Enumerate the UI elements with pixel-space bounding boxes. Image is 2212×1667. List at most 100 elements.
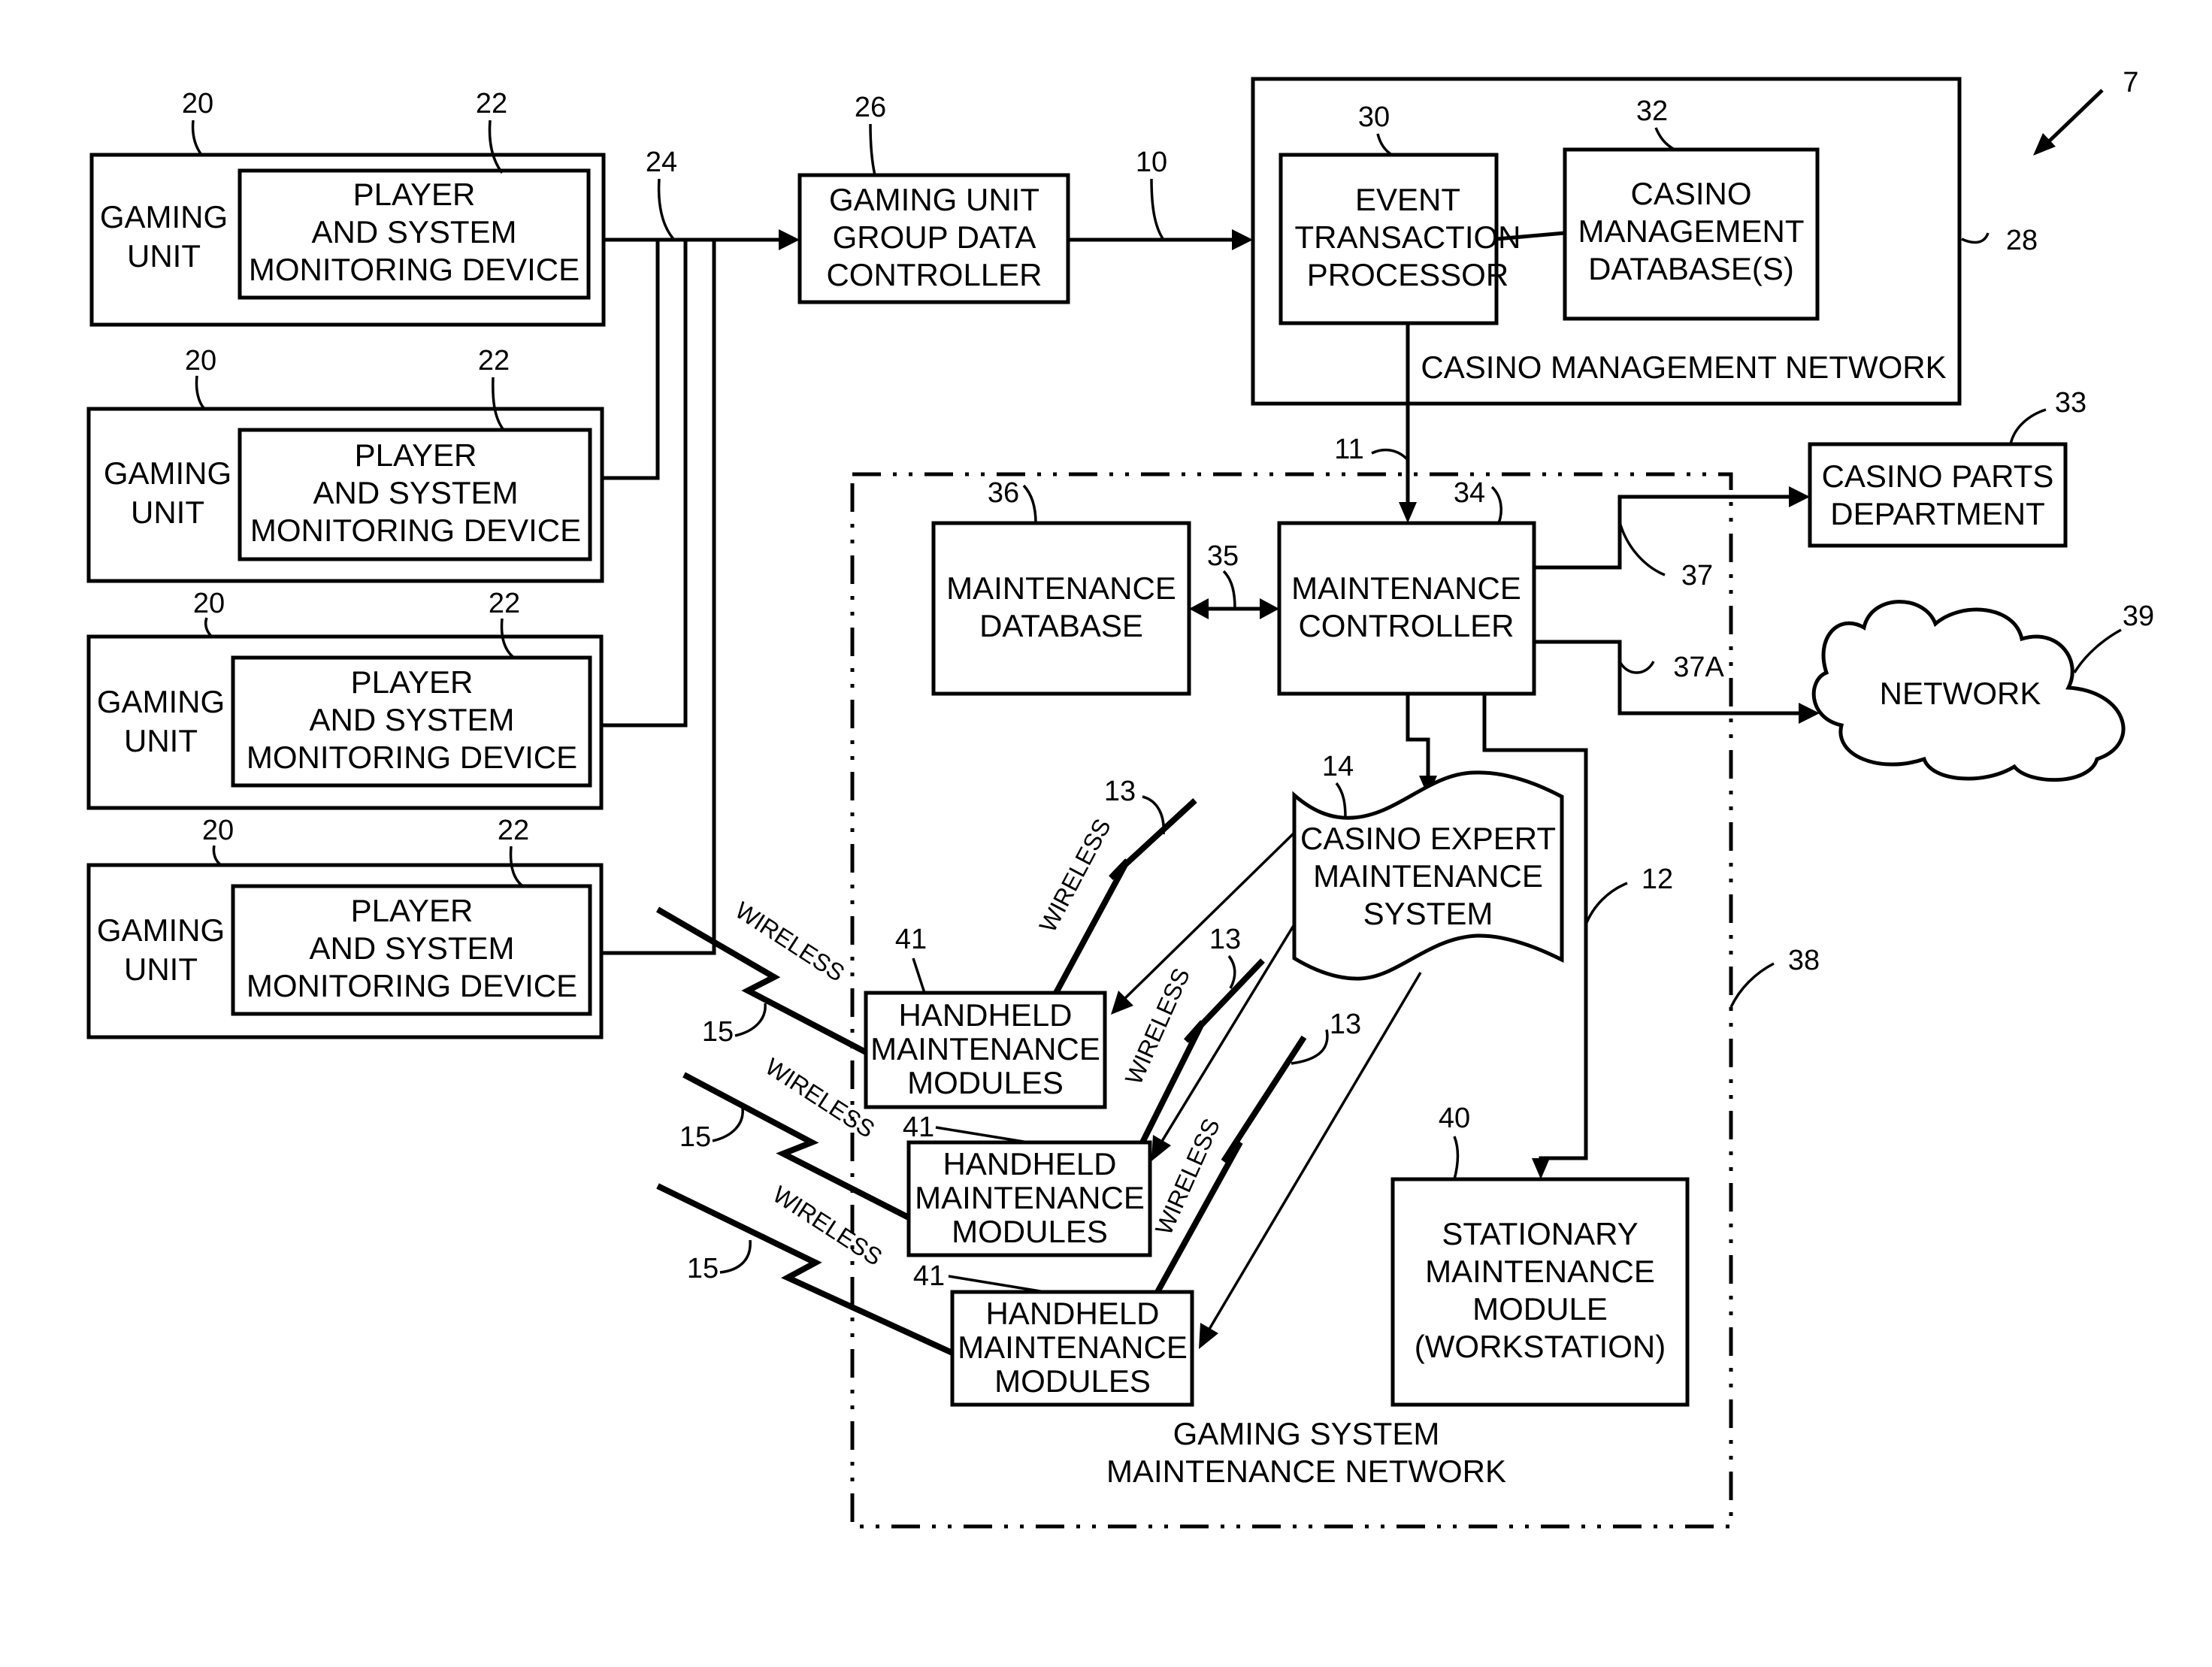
parts-department-leader bbox=[2009, 408, 2047, 445]
bus-branch-unit-2 bbox=[602, 240, 660, 480]
gaming-unit-ref: 20 bbox=[182, 88, 213, 120]
bus-ref: 24 bbox=[646, 147, 677, 178]
maintenance-network-ref: 38 bbox=[1788, 945, 1820, 976]
group-data-controller-label-line1: GAMING UNIT bbox=[829, 182, 1039, 217]
gaming-system-block-diagram: 7 GAMING UNIT PLAYER AND SYSTEM MONITORI… bbox=[86, 67, 2154, 1529]
wireless-ref-leader bbox=[1227, 955, 1236, 989]
gaming-unit-ref: 20 bbox=[193, 588, 225, 619]
monitoring-device-label-line2: AND SYSTEM bbox=[311, 214, 516, 250]
link-12-ref: 12 bbox=[1642, 864, 1673, 895]
maintenance-network: GAMING SYSTEM MAINTENANCE NETWORK 38 MAI… bbox=[850, 472, 1820, 1529]
casino-db-label-line3: DATABASE(S) bbox=[1588, 251, 1794, 286]
maintenance-controller-label-line2: CONTROLLER bbox=[1298, 608, 1514, 643]
monitoring-device-label-line1: PLAYER bbox=[353, 177, 476, 212]
handheld-label-line3: MODULES bbox=[994, 1363, 1151, 1399]
maintenance-db-leader bbox=[1022, 484, 1037, 524]
expert-to-handheld-2-arrowhead-icon bbox=[1151, 1135, 1171, 1161]
casino-parts-department: CASINO PARTS DEPARTMENT 33 bbox=[1808, 387, 2086, 548]
expert-system-label-line1: CASINO EXPERT bbox=[1300, 821, 1556, 856]
parts-department-ref: 33 bbox=[2055, 387, 2086, 419]
maintenance-db-label-line1: MAINTENANCE bbox=[946, 570, 1176, 606]
expert-to-handheld-1-link bbox=[1122, 831, 1296, 1001]
link-37-leader bbox=[1618, 522, 1666, 576]
network-cloud: NETWORK 39 bbox=[1811, 600, 2154, 782]
link-37a-ref: 37A bbox=[1673, 652, 1724, 683]
monitoring-device-label-line3: MONITORING DEVICE bbox=[249, 252, 579, 287]
handheld-label-line2: MAINTENANCE bbox=[958, 1330, 1188, 1365]
expert-to-handheld-3-arrowhead-icon bbox=[1199, 1323, 1218, 1349]
wireless-label: WIRELESS bbox=[768, 1181, 887, 1271]
stationary-label-line2: MAINTENANCE bbox=[1425, 1254, 1655, 1289]
handheld-module-2: HANDHELD MAINTENANCE MODULES 41 bbox=[903, 1112, 1152, 1257]
wireless-ref-leader bbox=[719, 1239, 752, 1274]
expert-system-leader bbox=[1335, 782, 1347, 818]
casino-management-network-leader bbox=[1961, 232, 1990, 244]
casino-db-label-line1: CASINO bbox=[1630, 176, 1751, 211]
expert-system-ref: 14 bbox=[1322, 751, 1354, 782]
expert-to-handheld-3-link bbox=[1207, 972, 1422, 1331]
link-35-arrowhead-left-icon bbox=[1189, 598, 1209, 619]
wireless-link-13a: WIRELESS 13 bbox=[1034, 776, 1197, 994]
gaming-unit-leader bbox=[195, 375, 206, 410]
link-37a-leader bbox=[1618, 661, 1655, 674]
group-data-controller: GAMING UNIT GROUP DATA CONTROLLER 26 bbox=[797, 92, 1070, 304]
maintenance-controller-label-line1: MAINTENANCE bbox=[1291, 570, 1521, 606]
expert-system-label-line3: SYSTEM bbox=[1363, 896, 1493, 931]
gaming-unit-label-line1: GAMING bbox=[97, 684, 225, 719]
handheld-leader bbox=[948, 1275, 1045, 1293]
group-data-controller-label-line2: GROUP DATA bbox=[833, 219, 1036, 255]
gaming-unit-3: GAMING UNIT PLAYER AND SYSTEM MONITORING… bbox=[86, 588, 604, 810]
wireless-ref: 15 bbox=[687, 1253, 719, 1284]
handheld-label-line2: MAINTENANCE bbox=[870, 1031, 1100, 1066]
monitoring-device-ref: 22 bbox=[489, 588, 520, 619]
bus-leader bbox=[657, 178, 676, 241]
link-11-ref: 11 bbox=[1334, 434, 1363, 465]
gaming-unit-ref: 20 bbox=[185, 345, 216, 377]
data-bus-24: 24 bbox=[601, 147, 800, 955]
casino-db-label-line2: MANAGEMENT bbox=[1578, 213, 1804, 249]
figure-reference: 7 bbox=[2033, 67, 2139, 156]
casino-management-network-label: CASINO MANAGEMENT NETWORK bbox=[1421, 349, 1946, 385]
monitoring-device-label-line1: PLAYER bbox=[355, 437, 477, 473]
handheld-module-1: HANDHELD MAINTENANCE MODULES 41 bbox=[864, 924, 1107, 1109]
monitoring-device-label-line3: MONITORING DEVICE bbox=[247, 968, 577, 1003]
link-11-leader bbox=[1371, 448, 1409, 461]
monitoring-device-label-line3: MONITORING DEVICE bbox=[250, 513, 581, 548]
wireless-label: WIRELESS bbox=[1150, 1115, 1225, 1239]
network-leader bbox=[2073, 628, 2122, 673]
maintenance-db-ref: 36 bbox=[988, 477, 1019, 509]
handheld-label-line2: MAINTENANCE bbox=[915, 1180, 1145, 1215]
link-12-leader bbox=[1584, 882, 1628, 925]
link-37a-line bbox=[1534, 640, 1800, 716]
monitoring-device-label-line3: MONITORING DEVICE bbox=[247, 740, 577, 775]
gaming-unit-label-line2: UNIT bbox=[131, 495, 204, 530]
maintenance-network-label-line2: MAINTENANCE NETWORK bbox=[1106, 1454, 1506, 1489]
wireless-ref: 15 bbox=[679, 1121, 711, 1153]
network-ref: 39 bbox=[2123, 601, 2154, 632]
casino-db-ref: 32 bbox=[1636, 95, 1668, 127]
group-data-controller-label-line3: CONTROLLER bbox=[826, 257, 1042, 292]
wireless-ref: 13 bbox=[1104, 776, 1136, 807]
wireless-link-13b: WIRELESS 13 bbox=[1120, 924, 1265, 1144]
stationary-label-line4: (WORKSTATION) bbox=[1415, 1329, 1666, 1364]
casino-management-network: CASINO MANAGEMENT NETWORK 28 EVENT TRANS… bbox=[1251, 77, 2038, 406]
gaming-unit-4: GAMING UNIT PLAYER AND SYSTEM MONITORING… bbox=[86, 815, 604, 1039]
gaming-unit-label-line1: GAMING bbox=[97, 912, 225, 948]
event-processor-ref: 30 bbox=[1358, 101, 1390, 133]
monitoring-device-label-line2: AND SYSTEM bbox=[309, 702, 514, 737]
stationary-ref: 40 bbox=[1439, 1103, 1470, 1134]
figure-ref-label: 7 bbox=[2123, 67, 2138, 98]
group-data-controller-ref: 26 bbox=[855, 92, 886, 123]
handheld-leader bbox=[912, 958, 926, 994]
link-10: 10 bbox=[1068, 147, 1253, 250]
handheld-label-line3: MODULES bbox=[907, 1065, 1064, 1100]
wireless-label: WIRELESS bbox=[1120, 964, 1195, 1089]
gaming-unit-leader bbox=[191, 120, 203, 156]
handheld-ref: 41 bbox=[903, 1112, 934, 1143]
monitoring-device-label-line2: AND SYSTEM bbox=[313, 475, 518, 510]
controller-to-expert-link bbox=[1406, 694, 1430, 779]
link-37-arrowhead-icon bbox=[1789, 486, 1810, 507]
handheld-leader bbox=[935, 1126, 1029, 1144]
maintenance-db-label-line2: DATABASE bbox=[979, 608, 1143, 643]
expert-to-handheld-2-link bbox=[1160, 924, 1296, 1143]
